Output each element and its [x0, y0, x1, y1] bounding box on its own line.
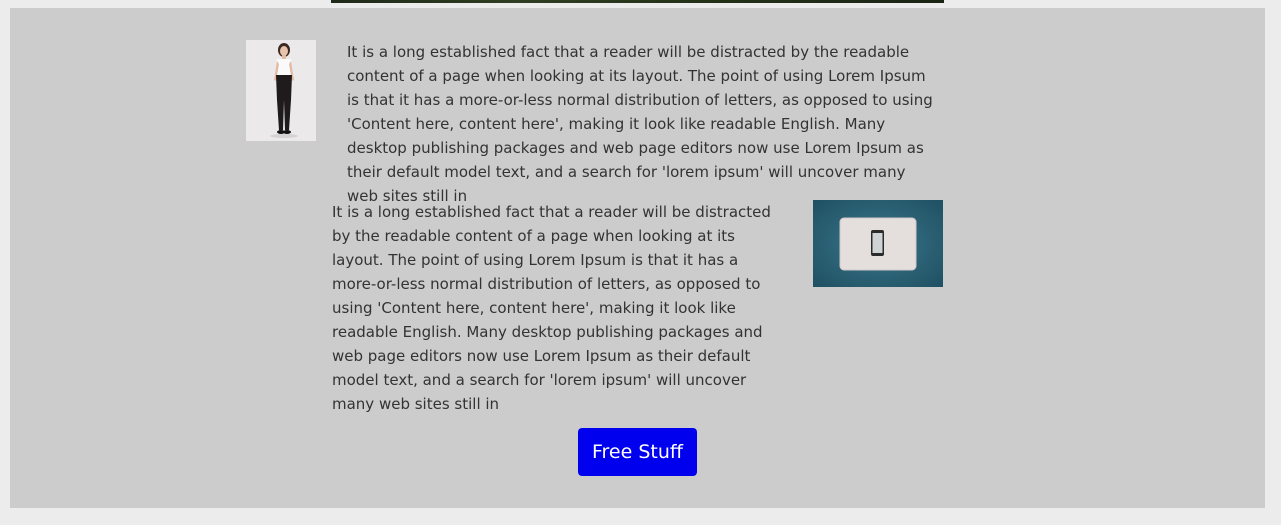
intro-text-block-1: It is a long established fact that a rea… [347, 40, 937, 208]
content-panel: It is a long established fact that a rea… [10, 8, 1265, 508]
laptop-photo [813, 200, 943, 287]
woman-photo [246, 40, 316, 141]
free-stuff-button[interactable]: Free Stuff [578, 428, 697, 476]
intro-text-block-2: It is a long established fact that a rea… [332, 200, 787, 416]
paragraph-2: It is a long established fact that a rea… [332, 203, 771, 413]
top-banner-image-edge [331, 0, 944, 3]
paragraph-1: It is a long established fact that a rea… [347, 43, 933, 205]
